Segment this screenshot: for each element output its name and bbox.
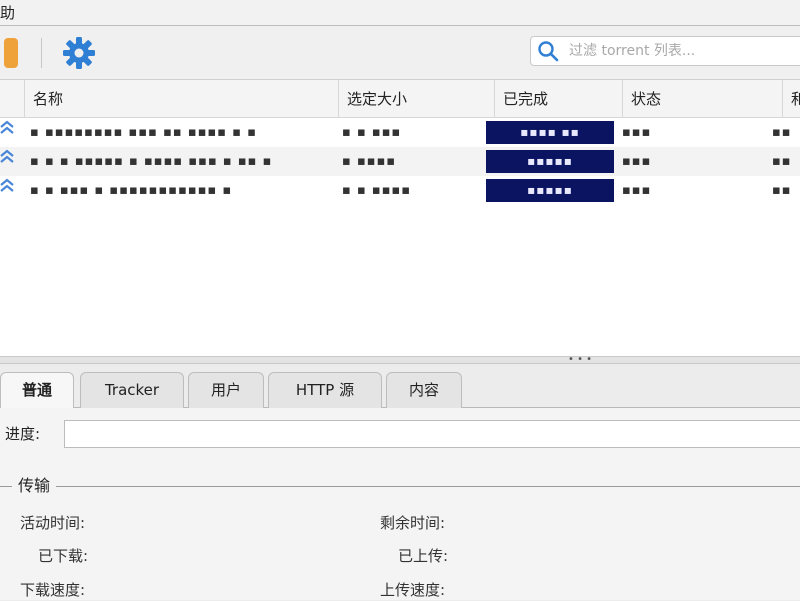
row-name: ▪ ▪ ▪ ▪▪▪▪▪ ▪ ▪▪▪▪ ▪▪▪ ▪ ▪▪ ▪ bbox=[30, 154, 273, 169]
column-selected-size[interactable]: 选定大小 bbox=[338, 80, 494, 118]
toolbar-separator bbox=[41, 38, 42, 68]
row-size: ▪ ▪▪▪▪ bbox=[342, 154, 397, 169]
tab-content[interactable]: 内容 bbox=[386, 372, 462, 408]
row-progress: ▪▪▪▪▪ bbox=[486, 147, 614, 176]
search-box[interactable] bbox=[530, 36, 800, 66]
row-extra: ▪▪ bbox=[772, 183, 792, 198]
torrent-list: 名称 选定大小 已完成 状态 和 ▪ ▪▪▪▪▪▪▪▪ ▪▪▪ ▪▪ ▪▪▪▪ … bbox=[0, 80, 800, 356]
progress-bar: ▪▪▪▪▪ bbox=[486, 150, 614, 173]
row-progress: ▪▪▪▪▪ bbox=[486, 176, 614, 205]
splitter-grip-icon: • • • bbox=[568, 354, 593, 365]
general-panel: 进度: 传输 活动时间: 剩余时间: 已下载: 已上传: 下载速度: 上传速度: bbox=[0, 408, 800, 600]
tab-general[interactable]: 普通 bbox=[0, 372, 74, 409]
row-size: ▪ ▪ ▪▪▪▪ bbox=[342, 183, 412, 198]
progress-text: ▪▪▪▪▪ bbox=[527, 183, 573, 197]
table-row[interactable]: ▪ ▪ ▪ ▪▪▪▪▪ ▪ ▪▪▪▪ ▪▪▪ ▪ ▪▪ ▪ ▪ ▪▪▪▪ ▪▪▪… bbox=[0, 147, 800, 176]
progress-row: 进度: bbox=[0, 420, 800, 448]
remaining-time-label: 剩余时间: bbox=[380, 514, 446, 532]
torrent-rows: ▪ ▪▪▪▪▪▪▪▪ ▪▪▪ ▪▪ ▪▪▪▪ ▪ ▪ ▪ ▪ ▪▪▪ ▪▪▪▪ … bbox=[0, 118, 800, 205]
column-name[interactable]: 名称 bbox=[24, 80, 338, 118]
row-name: ▪ ▪▪▪▪▪▪▪▪ ▪▪▪ ▪▪ ▪▪▪▪ ▪ ▪ bbox=[30, 125, 258, 140]
menu-bar: 助 bbox=[0, 0, 800, 26]
downloaded-label: 已下载: bbox=[38, 547, 89, 565]
tab-http-sources[interactable]: HTTP 源 bbox=[268, 372, 382, 408]
toolbar bbox=[0, 26, 800, 80]
search-input[interactable] bbox=[567, 42, 797, 60]
progress-bar: ▪▪▪▪ ▪▪ bbox=[486, 121, 614, 144]
priority-high-icon bbox=[0, 176, 22, 205]
column-extra[interactable]: 和 bbox=[782, 80, 800, 118]
tab-tracker[interactable]: Tracker bbox=[80, 372, 184, 408]
transfer-group-title: 传输 bbox=[12, 474, 57, 498]
progress-bar: ▪▪▪▪▪ bbox=[486, 179, 614, 202]
search-icon bbox=[538, 41, 559, 62]
column-priority[interactable] bbox=[0, 80, 24, 118]
priority-high-icon bbox=[0, 118, 22, 147]
group-divider bbox=[0, 486, 800, 487]
active-time-label: 活动时间: bbox=[20, 514, 86, 532]
progress-text: ▪▪▪▪▪ bbox=[527, 154, 573, 168]
table-row[interactable]: ▪ ▪ ▪▪▪ ▪ ▪▪▪▪▪▪▪▪▪▪▪ ▪ ▪ ▪ ▪▪▪▪ ▪▪▪▪▪ ▪… bbox=[0, 176, 800, 205]
uploaded-label: 已上传: bbox=[398, 547, 449, 565]
row-status: ▪▪▪ bbox=[622, 154, 652, 169]
table-row[interactable]: ▪ ▪▪▪▪▪▪▪▪ ▪▪▪ ▪▪ ▪▪▪▪ ▪ ▪ ▪ ▪ ▪▪▪ ▪▪▪▪ … bbox=[0, 118, 800, 147]
progress-text: ▪▪▪▪ ▪▪ bbox=[520, 125, 580, 139]
row-progress: ▪▪▪▪ ▪▪ bbox=[486, 118, 614, 147]
download-speed-label: 下载速度: bbox=[20, 581, 86, 599]
row-size: ▪ ▪ ▪▪▪ bbox=[342, 125, 402, 140]
detail-tabs: 普通 Tracker 用户 HTTP 源 内容 bbox=[0, 364, 800, 409]
row-name: ▪ ▪ ▪▪▪ ▪ ▪▪▪▪▪▪▪▪▪▪▪ ▪ bbox=[30, 183, 233, 198]
row-status: ▪▪▪ bbox=[622, 183, 652, 198]
progress-field bbox=[64, 420, 800, 448]
menu-item-help[interactable]: 助 bbox=[0, 2, 21, 23]
toolbar-action-button[interactable] bbox=[4, 38, 18, 68]
gear-icon[interactable] bbox=[62, 36, 96, 70]
list-header: 名称 选定大小 已完成 状态 和 bbox=[0, 80, 800, 118]
upload-speed-label: 上传速度: bbox=[380, 581, 446, 599]
column-completed[interactable]: 已完成 bbox=[494, 80, 622, 118]
tab-peers[interactable]: 用户 bbox=[188, 372, 264, 408]
panel-splitter[interactable]: • • • bbox=[0, 354, 800, 365]
row-extra: ▪▪ bbox=[772, 125, 792, 140]
column-status[interactable]: 状态 bbox=[622, 80, 782, 118]
row-extra: ▪▪ bbox=[772, 154, 792, 169]
priority-high-icon bbox=[0, 147, 22, 176]
row-status: ▪▪▪ bbox=[622, 125, 652, 140]
progress-label: 进度: bbox=[5, 425, 41, 443]
